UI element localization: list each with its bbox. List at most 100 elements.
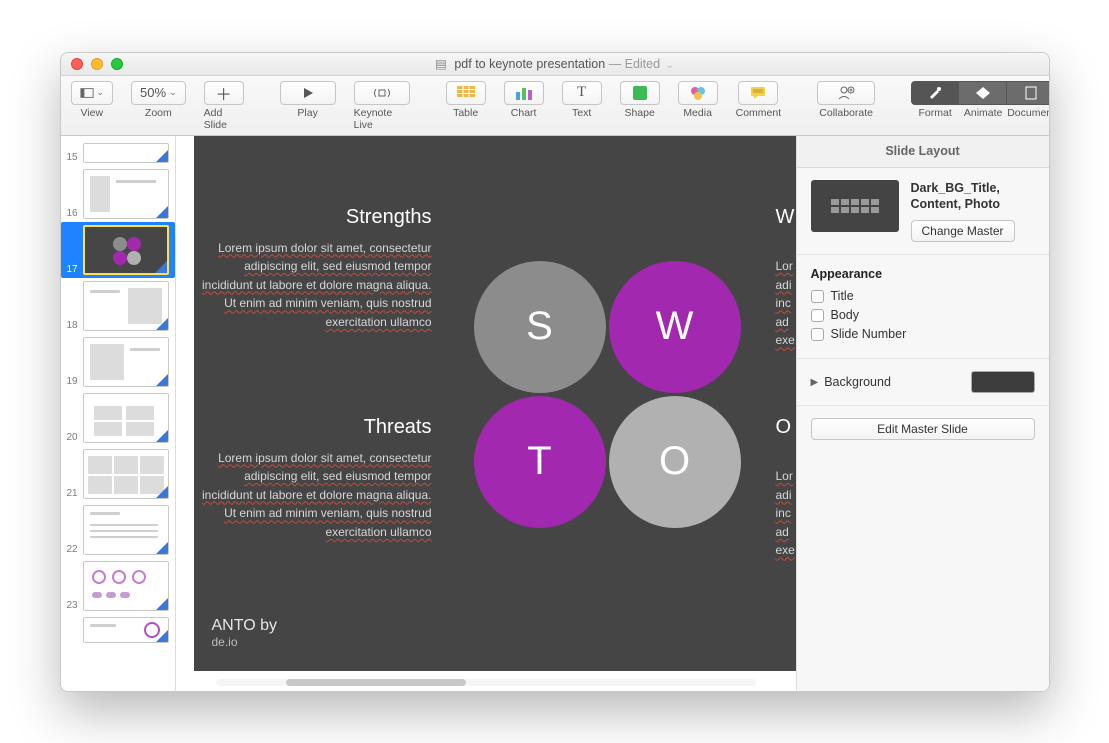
slide-number: 20 — [67, 432, 81, 443]
table-icon — [457, 86, 475, 100]
title-checkbox-row[interactable]: Title — [811, 289, 1035, 303]
keynote-live-button[interactable] — [354, 81, 410, 105]
text-button[interactable]: T — [562, 81, 602, 105]
format-tab[interactable] — [911, 81, 959, 105]
background-disclosure[interactable]: ▶ Background — [811, 375, 891, 389]
master-section: Dark_BG_Title, Content, Photo Change Mas… — [797, 168, 1049, 256]
background-swatch[interactable] — [971, 371, 1035, 393]
slide-thumbnail — [83, 169, 168, 219]
edit-master-button[interactable]: Edit Master Slide — [811, 418, 1035, 440]
body-checkbox-label: Body — [831, 308, 860, 322]
play-icon — [302, 87, 314, 99]
view-label: View — [80, 107, 103, 119]
checkbox-icon[interactable] — [811, 309, 824, 322]
slide-number: 19 — [67, 376, 81, 387]
slide-thumbnail — [83, 505, 168, 555]
change-master-button[interactable]: Change Master — [911, 220, 1015, 242]
body-checkbox-row[interactable]: Body — [811, 308, 1035, 322]
circle-w: W — [609, 261, 741, 393]
shape-button[interactable] — [620, 81, 660, 105]
table-button[interactable] — [446, 81, 486, 105]
slide-content: Strengths Lorem ipsum dolor sit amet, co… — [194, 136, 796, 671]
play-button[interactable] — [280, 81, 336, 105]
play-label: Play — [297, 107, 317, 119]
slide-canvas[interactable]: Strengths Lorem ipsum dolor sit amet, co… — [176, 136, 796, 691]
nav-slide-selected[interactable]: 17 — [61, 222, 175, 278]
checkbox-icon[interactable] — [811, 290, 824, 303]
chart-icon — [515, 86, 533, 100]
chevron-down-icon: ⌄ — [169, 87, 177, 98]
disclosure-triangle-icon: ▶ — [811, 377, 819, 388]
nav-slide[interactable]: 18 — [61, 278, 175, 334]
background-section: ▶ Background — [797, 359, 1049, 406]
nav-slide[interactable]: 23 — [61, 558, 175, 614]
add-slide-button[interactable]: ＋ — [204, 81, 244, 105]
keynote-window: ▤ pdf to keynote presentation — Edited ⌄… — [60, 52, 1050, 692]
slide-thumbnail — [83, 225, 168, 275]
document-icon: ▤ — [435, 57, 447, 71]
view-button[interactable]: ⌄ — [71, 81, 114, 105]
nav-slide[interactable]: 15 — [61, 140, 175, 166]
slide-thumbnail — [83, 617, 168, 643]
animate-label: Animate — [959, 107, 1007, 119]
nav-slide[interactable]: 20 — [61, 390, 175, 446]
circle-o: O — [609, 396, 741, 528]
window-title[interactable]: ▤ pdf to keynote presentation — Edited ⌄ — [61, 56, 1049, 71]
slide-number: 23 — [67, 600, 81, 611]
appearance-title: Appearance — [811, 267, 1035, 281]
horizontal-scrollbar[interactable] — [176, 678, 796, 688]
text-label: Text — [572, 107, 591, 119]
opportunities-block: O Lor adi inc ad exe — [776, 416, 796, 561]
add-slide-label: Add Slide — [204, 107, 244, 131]
slidenum-checkbox-label: Slide Number — [831, 327, 907, 341]
edit-master-section: Edit Master Slide — [797, 406, 1049, 452]
nav-slide[interactable]: 16 — [61, 166, 175, 222]
scrollbar-thumb[interactable] — [286, 679, 466, 686]
inspector-tabs: Format Animate Document — [911, 81, 1049, 119]
zoom-button[interactable]: 50% ⌄ — [131, 81, 186, 105]
document-label: Document — [1007, 107, 1049, 119]
circle-t: T — [474, 396, 606, 528]
nav-slide[interactable]: 22 — [61, 502, 175, 558]
document-tab[interactable] — [1007, 81, 1049, 105]
keynote-live-group: Keynote Live — [354, 81, 410, 131]
nav-slide[interactable]: 21 — [61, 446, 175, 502]
slide-thumbnail — [83, 393, 168, 443]
nav-slide[interactable]: 19 — [61, 334, 175, 390]
edited-marker: — Edited — [609, 57, 660, 71]
checkbox-icon[interactable] — [811, 328, 824, 341]
slide-thumbnail — [83, 561, 168, 611]
chevron-down-icon[interactable]: ⌄ — [666, 60, 674, 71]
circle-s: S — [474, 261, 606, 393]
media-label: Media — [683, 107, 712, 119]
nav-slide[interactable] — [61, 614, 175, 646]
slide-navigator[interactable]: 15 16 17 18 — [61, 136, 176, 691]
document-icon — [1024, 86, 1038, 100]
media-group: Media — [678, 81, 718, 119]
media-button[interactable] — [678, 81, 718, 105]
person-add-icon — [837, 86, 855, 100]
background-label: Background — [824, 375, 891, 389]
inspector-tab-slide-layout[interactable]: Slide Layout — [797, 136, 1049, 168]
comment-button[interactable] — [738, 81, 778, 105]
footer-line1: ANTO by — [212, 617, 278, 635]
title-text: pdf to keynote presentation — [454, 57, 605, 71]
collaborate-button[interactable] — [817, 81, 875, 105]
titlebar: ▤ pdf to keynote presentation — Edited ⌄ — [61, 53, 1049, 76]
slidenum-checkbox-row[interactable]: Slide Number — [811, 327, 1035, 341]
brush-icon — [927, 86, 943, 100]
comment-icon — [750, 86, 766, 100]
master-name: Dark_BG_Title, Content, Photo — [911, 180, 1035, 213]
animate-tab[interactable] — [959, 81, 1007, 105]
strengths-body: Lorem ipsum dolor sit amet, consectetur … — [202, 239, 432, 332]
slide-thumbnail — [83, 281, 168, 331]
chart-button[interactable] — [504, 81, 544, 105]
weaknesses-body: Lor adi inc ad exe — [776, 239, 796, 351]
inspector-panel: Slide Layout Dark_BG_Title, Content, Pho… — [796, 136, 1049, 691]
toolbar: ⌄ View 50% ⌄ Zoom ＋ Add Slide Play — [61, 76, 1049, 136]
comment-label: Comment — [736, 107, 782, 119]
chart-group: Chart — [504, 81, 544, 119]
view-icon — [80, 86, 94, 100]
slide-footer: ANTO by de.io — [212, 617, 278, 649]
collaborate-group: Collaborate — [817, 81, 875, 119]
